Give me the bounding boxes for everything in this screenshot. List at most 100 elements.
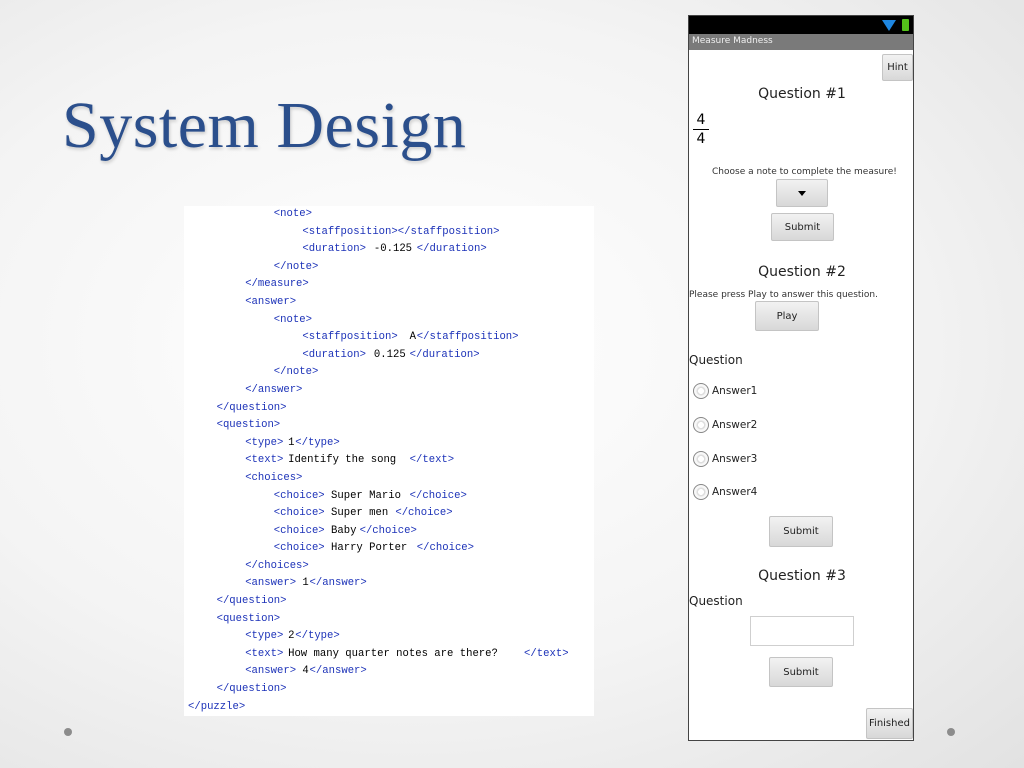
xml-tag: </puzzle> <box>188 700 246 713</box>
code-line: </choices> <box>184 558 594 576</box>
code-line: </answer> <box>184 382 594 400</box>
question-3-submit-button[interactable]: Submit <box>769 657 833 687</box>
radio-icon[interactable] <box>693 417 709 433</box>
decorative-dot-left <box>64 728 72 736</box>
hint-button[interactable]: Hint <box>882 54 913 81</box>
xml-tag: </measure> <box>245 278 309 291</box>
xml-tag: <text> <box>245 647 284 660</box>
note-dropdown[interactable] <box>776 179 828 207</box>
app-title-bar: Measure Madness <box>689 34 913 50</box>
xml-tag: </answer> <box>309 665 367 678</box>
xml-tag: </choice> <box>359 524 417 537</box>
question-2-submit-button[interactable]: Submit <box>769 516 833 547</box>
question-2-heading: Question #2 <box>758 264 846 280</box>
radio-icon[interactable] <box>693 484 709 500</box>
xml-tag: <answer> <box>245 665 297 678</box>
code-line: <type> 2 </type> <box>184 628 594 646</box>
code-line: </puzzle> <box>184 699 594 717</box>
xml-text: 1 <box>288 436 295 449</box>
code-line: <choice> Harry Porter </choice> <box>184 540 594 558</box>
xml-text: 0.125 <box>373 348 406 361</box>
code-line: <duration> -0.125 </duration> <box>184 241 594 259</box>
code-line: <answer> 1 </answer> <box>184 575 594 593</box>
xml-text: Identify the song <box>288 454 397 467</box>
xml-tag: </choice> <box>409 489 467 502</box>
xml-tag: <type> <box>245 436 284 449</box>
answer-option-3[interactable]: Answer3 <box>693 450 757 468</box>
xml-tag: <duration> <box>302 348 366 361</box>
code-line: <answer> 4 </answer> <box>184 663 594 681</box>
question-3-answer-input[interactable] <box>750 616 854 646</box>
answer-option-label: Answer3 <box>712 453 758 465</box>
xml-tag: <staffposition></staffposition> <box>302 225 500 238</box>
code-line: <question> <box>184 417 594 435</box>
code-line: </note> <box>184 364 594 382</box>
code-line: <choice> Baby </choice> <box>184 523 594 541</box>
answer-option-4[interactable]: Answer4 <box>693 483 757 501</box>
decorative-dot-right <box>947 728 955 736</box>
xml-tag: </duration> <box>409 348 480 361</box>
xml-tag: </choice> <box>416 542 475 555</box>
radio-icon[interactable] <box>693 451 709 467</box>
xml-tag: <question> <box>216 419 281 432</box>
xml-tag: <choice> <box>273 489 325 502</box>
xml-text: Super men <box>331 507 389 520</box>
xml-tag: <choices> <box>245 471 303 484</box>
xml-tag: <answer> <box>245 577 297 590</box>
xml-tag: <staffposition> <box>302 331 398 344</box>
answer-option-1[interactable]: Answer1 <box>693 382 757 400</box>
question-1-heading: Question #1 <box>758 86 846 102</box>
xml-tag: </note> <box>273 366 319 379</box>
xml-tag: <text> <box>245 454 284 467</box>
time-signature: 4 4 <box>693 112 709 147</box>
time-signature-bottom: 4 <box>696 131 706 147</box>
xml-tag: <type> <box>245 630 284 643</box>
code-line: <answer> <box>184 294 594 312</box>
xml-tag: <choice> <box>273 507 325 520</box>
xml-tag: </type> <box>295 630 340 643</box>
slide-title: System Design <box>62 89 467 162</box>
xml-text: Baby <box>331 524 357 537</box>
code-line: <question> <box>184 611 594 629</box>
fraction-bar <box>693 129 709 130</box>
phone-screen: Measure Madness Hint Question #1 4 4 Cho… <box>688 15 914 741</box>
code-line: <choice> Super Mario </choice> <box>184 488 594 506</box>
code-line: <note> <box>184 206 594 224</box>
xml-text: 4 <box>302 665 309 678</box>
code-line: <duration> 0.125 </duration> <box>184 347 594 365</box>
xml-text: A <box>409 331 416 344</box>
question-2-label: Question <box>689 353 743 367</box>
xml-tag: </staffposition> <box>416 331 519 344</box>
xml-text: How many quarter notes are there? <box>288 647 498 660</box>
code-line: <staffposition></staffposition> <box>184 224 594 242</box>
question-1-instruction: Choose a note to complete the measure! <box>712 167 897 177</box>
battery-icon <box>902 19 909 31</box>
code-line: <type> 1 </type> <box>184 435 594 453</box>
answer-option-2[interactable]: Answer2 <box>693 416 757 434</box>
finished-button[interactable]: Finished <box>866 708 913 739</box>
xml-tag: </choice> <box>395 507 453 520</box>
xml-tag: </type> <box>295 436 340 449</box>
code-line: </question> <box>184 400 594 418</box>
play-button[interactable]: Play <box>755 301 819 331</box>
question-3-heading: Question #3 <box>758 568 846 584</box>
xml-text: 2 <box>288 630 295 643</box>
xml-text: 1 <box>302 577 309 590</box>
xml-tag: <choice> <box>273 524 325 537</box>
xml-tag: <note> <box>273 208 312 220</box>
code-line: </note> <box>184 259 594 277</box>
xml-text: -0.125 <box>373 243 413 256</box>
xml-tag: </duration> <box>416 243 487 256</box>
answer-option-label: Answer1 <box>712 385 758 397</box>
xml-tag: </text> <box>409 454 455 467</box>
xml-tag: <question> <box>216 612 281 625</box>
chevron-down-icon <box>798 190 806 196</box>
question-1-submit-button[interactable]: Submit <box>771 213 834 241</box>
radio-icon[interactable] <box>693 383 709 399</box>
xml-tag: </text> <box>524 647 569 660</box>
xml-tag: </note> <box>273 260 319 273</box>
question-2-instruction: Please press Play to answer this questio… <box>689 290 878 300</box>
time-signature-top: 4 <box>696 112 706 128</box>
xml-tag: <answer> <box>245 295 297 308</box>
code-line: </question> <box>184 681 594 699</box>
